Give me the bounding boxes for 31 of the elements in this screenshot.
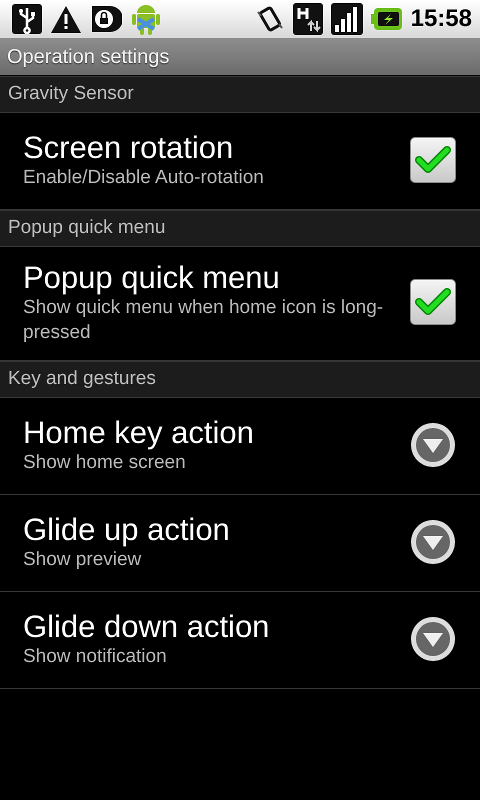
- clock: 15:58: [410, 4, 472, 34]
- dropdown-icon[interactable]: [410, 518, 456, 565]
- preference-item[interactable]: Home key action Show home screen: [0, 398, 480, 495]
- section-header: Popup quick menu: [8, 216, 166, 240]
- battery-icon: [370, 7, 403, 31]
- preference-title: Popup quick menu: [23, 259, 281, 296]
- network-icon: [292, 3, 323, 35]
- checkbox[interactable]: [410, 279, 456, 326]
- screen-title: Operation settings: [7, 44, 170, 70]
- preference-title: Glide up action: [23, 510, 231, 548]
- preference-title: Screen rotation: [23, 129, 234, 166]
- section-header: Key and gestures: [8, 366, 156, 391]
- signal-icon: [330, 3, 363, 35]
- preference-title: Glide down action: [23, 608, 270, 645]
- preference-item[interactable]: Popup quick menu Show quick menu when home icon is long-pressed: [0, 247, 480, 361]
- checkbox[interactable]: [410, 137, 456, 183]
- warning-icon: [50, 4, 82, 34]
- preference-item[interactable]: Glide up action Show preview: [0, 494, 480, 592]
- preference-summary: Show quick menu when home icon is long-pressed: [23, 296, 384, 345]
- preference-summary: Show home screen: [23, 450, 187, 475]
- section-header: Gravity Sensor: [8, 82, 134, 106]
- vibrate-icon: [254, 4, 285, 34]
- preference-title: Home key action: [23, 414, 255, 451]
- preference-summary: Show preview: [23, 548, 142, 572]
- usb-icon: [12, 4, 42, 34]
- preference-summary: Enable/Disable Auto-rotation: [23, 166, 265, 190]
- lock-icon: [90, 4, 122, 34]
- dropdown-icon[interactable]: [410, 616, 456, 662]
- preference-summary: Show notification: [23, 644, 168, 669]
- dropdown-icon[interactable]: [410, 422, 456, 468]
- preference-item[interactable]: Glide down action Show notification: [0, 592, 480, 689]
